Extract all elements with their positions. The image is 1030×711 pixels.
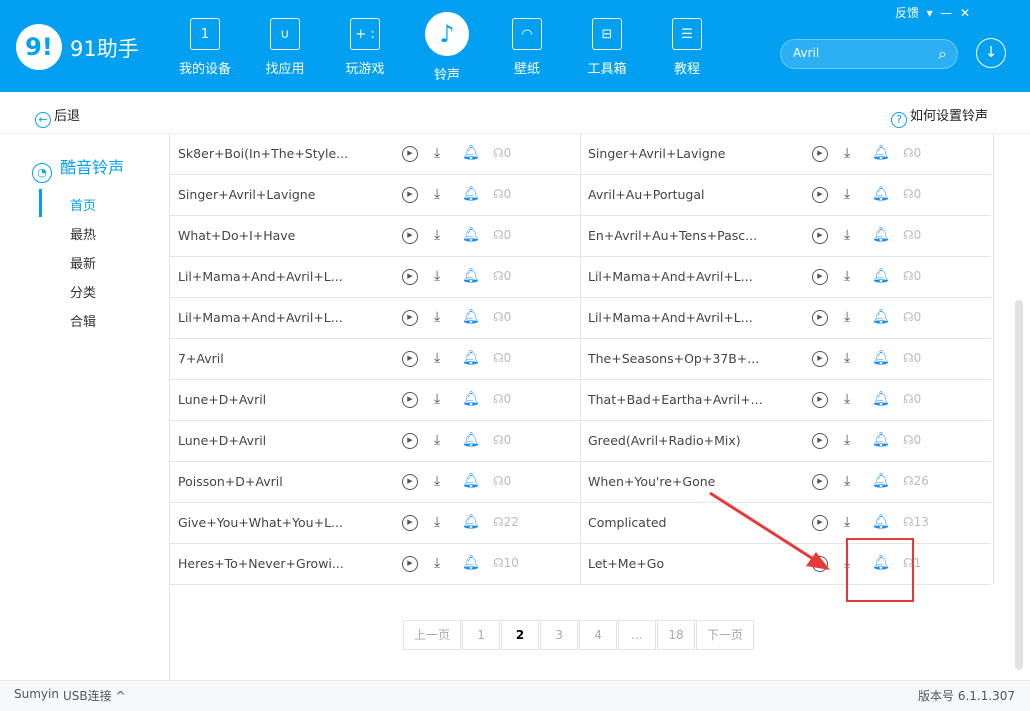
annotation-arrow bbox=[709, 491, 830, 570]
highlight-box bbox=[846, 538, 914, 602]
version-label: 版本号 6.1.1.307 bbox=[918, 689, 1016, 703]
status-bar: Sumyin USB连接 ^ 版本号 6.1.1.307 bbox=[0, 680, 1030, 711]
device-name: Sumyin bbox=[14, 687, 59, 701]
connection-status[interactable]: USB连接 ^ bbox=[63, 687, 126, 704]
